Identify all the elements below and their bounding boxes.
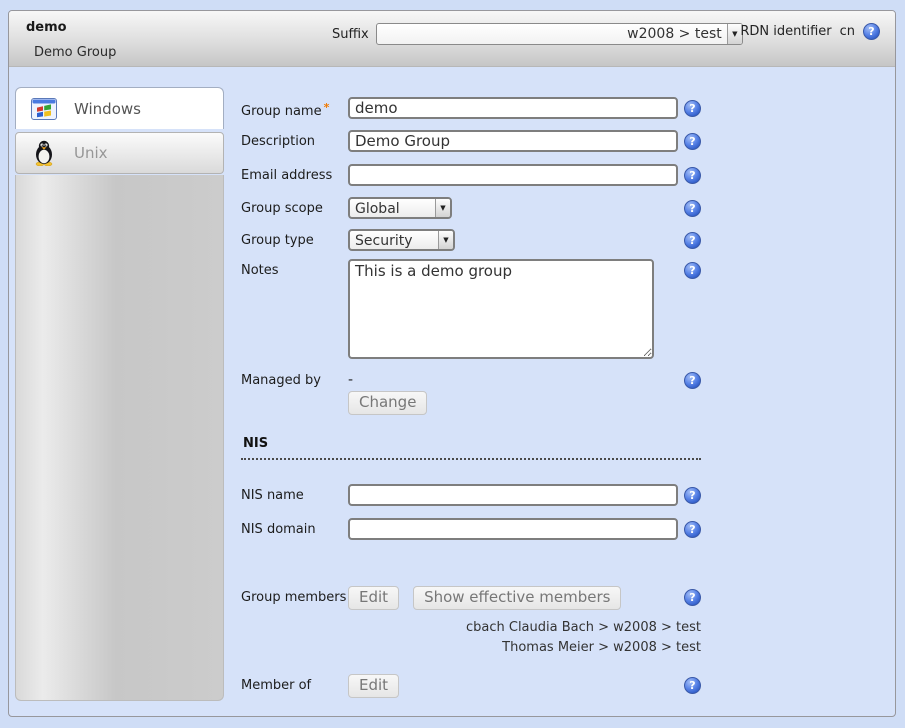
help-icon[interactable]: ? bbox=[684, 589, 701, 606]
rdn-identifier-value: cn bbox=[840, 24, 855, 39]
nis-domain-input[interactable] bbox=[348, 518, 678, 540]
help-icon[interactable]: ? bbox=[684, 200, 701, 217]
managed-by-control: - Change bbox=[348, 369, 427, 415]
group-members-row: Group members Edit Show effective member… bbox=[241, 586, 701, 610]
group-type-select[interactable]: Security ▼ bbox=[348, 229, 455, 251]
group-name-input[interactable] bbox=[348, 97, 678, 119]
member-of-label: Member of bbox=[241, 674, 348, 693]
group-type-value: Security bbox=[350, 231, 438, 249]
group-type-label: Group type bbox=[241, 229, 348, 248]
tab-windows-label: Windows bbox=[74, 100, 141, 118]
notes-label: Notes bbox=[241, 259, 348, 278]
change-button[interactable]: Change bbox=[348, 391, 427, 415]
nis-domain-row: NIS domain ? bbox=[241, 518, 701, 540]
group-name-label: Group name* bbox=[241, 97, 348, 119]
header: demo Demo Group Suffix w2008 > test ▼ RD… bbox=[9, 11, 895, 67]
group-name-row: Group name* ? bbox=[241, 97, 701, 119]
nis-section-heading: NIS bbox=[241, 436, 701, 460]
notes-row: Notes This is a demo group ? bbox=[241, 259, 701, 359]
help-icon[interactable]: ? bbox=[684, 167, 701, 184]
nis-name-input[interactable] bbox=[348, 484, 678, 506]
main-window: demo Demo Group Suffix w2008 > test ▼ RD… bbox=[8, 10, 896, 717]
notes-textarea[interactable]: This is a demo group bbox=[348, 259, 654, 359]
nis-name-label: NIS name bbox=[241, 484, 348, 503]
help-icon[interactable]: ? bbox=[684, 487, 701, 504]
email-label: Email address bbox=[241, 164, 348, 183]
managed-by-label: Managed by bbox=[241, 369, 348, 388]
help-icon[interactable]: ? bbox=[684, 372, 701, 389]
rdn-identifier-field: RDN identifier cn ? bbox=[740, 23, 880, 40]
help-icon[interactable]: ? bbox=[684, 262, 701, 279]
tux-penguin-icon bbox=[31, 140, 57, 166]
page-title: demo bbox=[26, 20, 67, 35]
tab-unix-label: Unix bbox=[74, 144, 108, 162]
member-entry: Thomas Meier > w2008 > test bbox=[241, 638, 701, 658]
chevron-down-icon: ▼ bbox=[435, 199, 450, 217]
group-edit-form: Group name* ? Description ? Email addres… bbox=[241, 97, 701, 698]
help-icon[interactable]: ? bbox=[684, 232, 701, 249]
nis-domain-label: NIS domain bbox=[241, 518, 348, 537]
tab-unix[interactable]: Unix bbox=[15, 132, 224, 174]
managed-by-value: - bbox=[348, 369, 427, 388]
description-row: Description ? bbox=[241, 130, 701, 152]
description-input[interactable] bbox=[348, 130, 678, 152]
nis-name-row: NIS name ? bbox=[241, 484, 701, 506]
edit-members-button[interactable]: Edit bbox=[348, 586, 399, 610]
email-input[interactable] bbox=[348, 164, 678, 186]
suffix-select-value: w2008 > test bbox=[377, 24, 727, 44]
help-icon[interactable]: ? bbox=[684, 677, 701, 694]
windows-logo-icon bbox=[31, 96, 57, 122]
rdn-identifier-label: RDN identifier bbox=[740, 24, 831, 39]
description-label: Description bbox=[241, 130, 348, 149]
help-icon[interactable]: ? bbox=[684, 100, 701, 117]
suffix-field: Suffix w2008 > test ▼ bbox=[332, 23, 743, 45]
page-subtitle: Demo Group bbox=[34, 45, 116, 60]
group-scope-select[interactable]: Global ▼ bbox=[348, 197, 452, 219]
email-row: Email address ? bbox=[241, 164, 701, 186]
group-type-row: Group type Security ▼ ? bbox=[241, 229, 701, 251]
group-scope-label: Group scope bbox=[241, 197, 348, 216]
group-scope-value: Global bbox=[350, 199, 435, 217]
group-scope-row: Group scope Global ▼ ? bbox=[241, 197, 701, 219]
chevron-down-icon: ▼ bbox=[438, 231, 453, 249]
help-icon[interactable]: ? bbox=[684, 521, 701, 538]
group-members-label: Group members bbox=[241, 586, 348, 605]
managed-by-row: Managed by - Change ? bbox=[241, 369, 701, 415]
edit-member-of-button[interactable]: Edit bbox=[348, 674, 399, 698]
tab-windows[interactable]: Windows bbox=[15, 87, 224, 129]
required-marker: * bbox=[324, 101, 330, 114]
suffix-label: Suffix bbox=[332, 27, 369, 42]
member-entry: cbach Claudia Bach > w2008 > test bbox=[241, 618, 701, 638]
help-icon[interactable]: ? bbox=[684, 133, 701, 150]
show-effective-members-button[interactable]: Show effective members bbox=[413, 586, 621, 610]
member-of-row: Member of Edit ? bbox=[241, 674, 701, 698]
help-icon[interactable]: ? bbox=[863, 23, 880, 40]
group-members-list: cbach Claudia Bach > w2008 > test Thomas… bbox=[241, 618, 701, 658]
group-members-buttons: Edit Show effective members bbox=[348, 586, 621, 610]
suffix-select[interactable]: w2008 > test ▼ bbox=[376, 23, 743, 45]
sidebar-panel bbox=[15, 175, 224, 701]
